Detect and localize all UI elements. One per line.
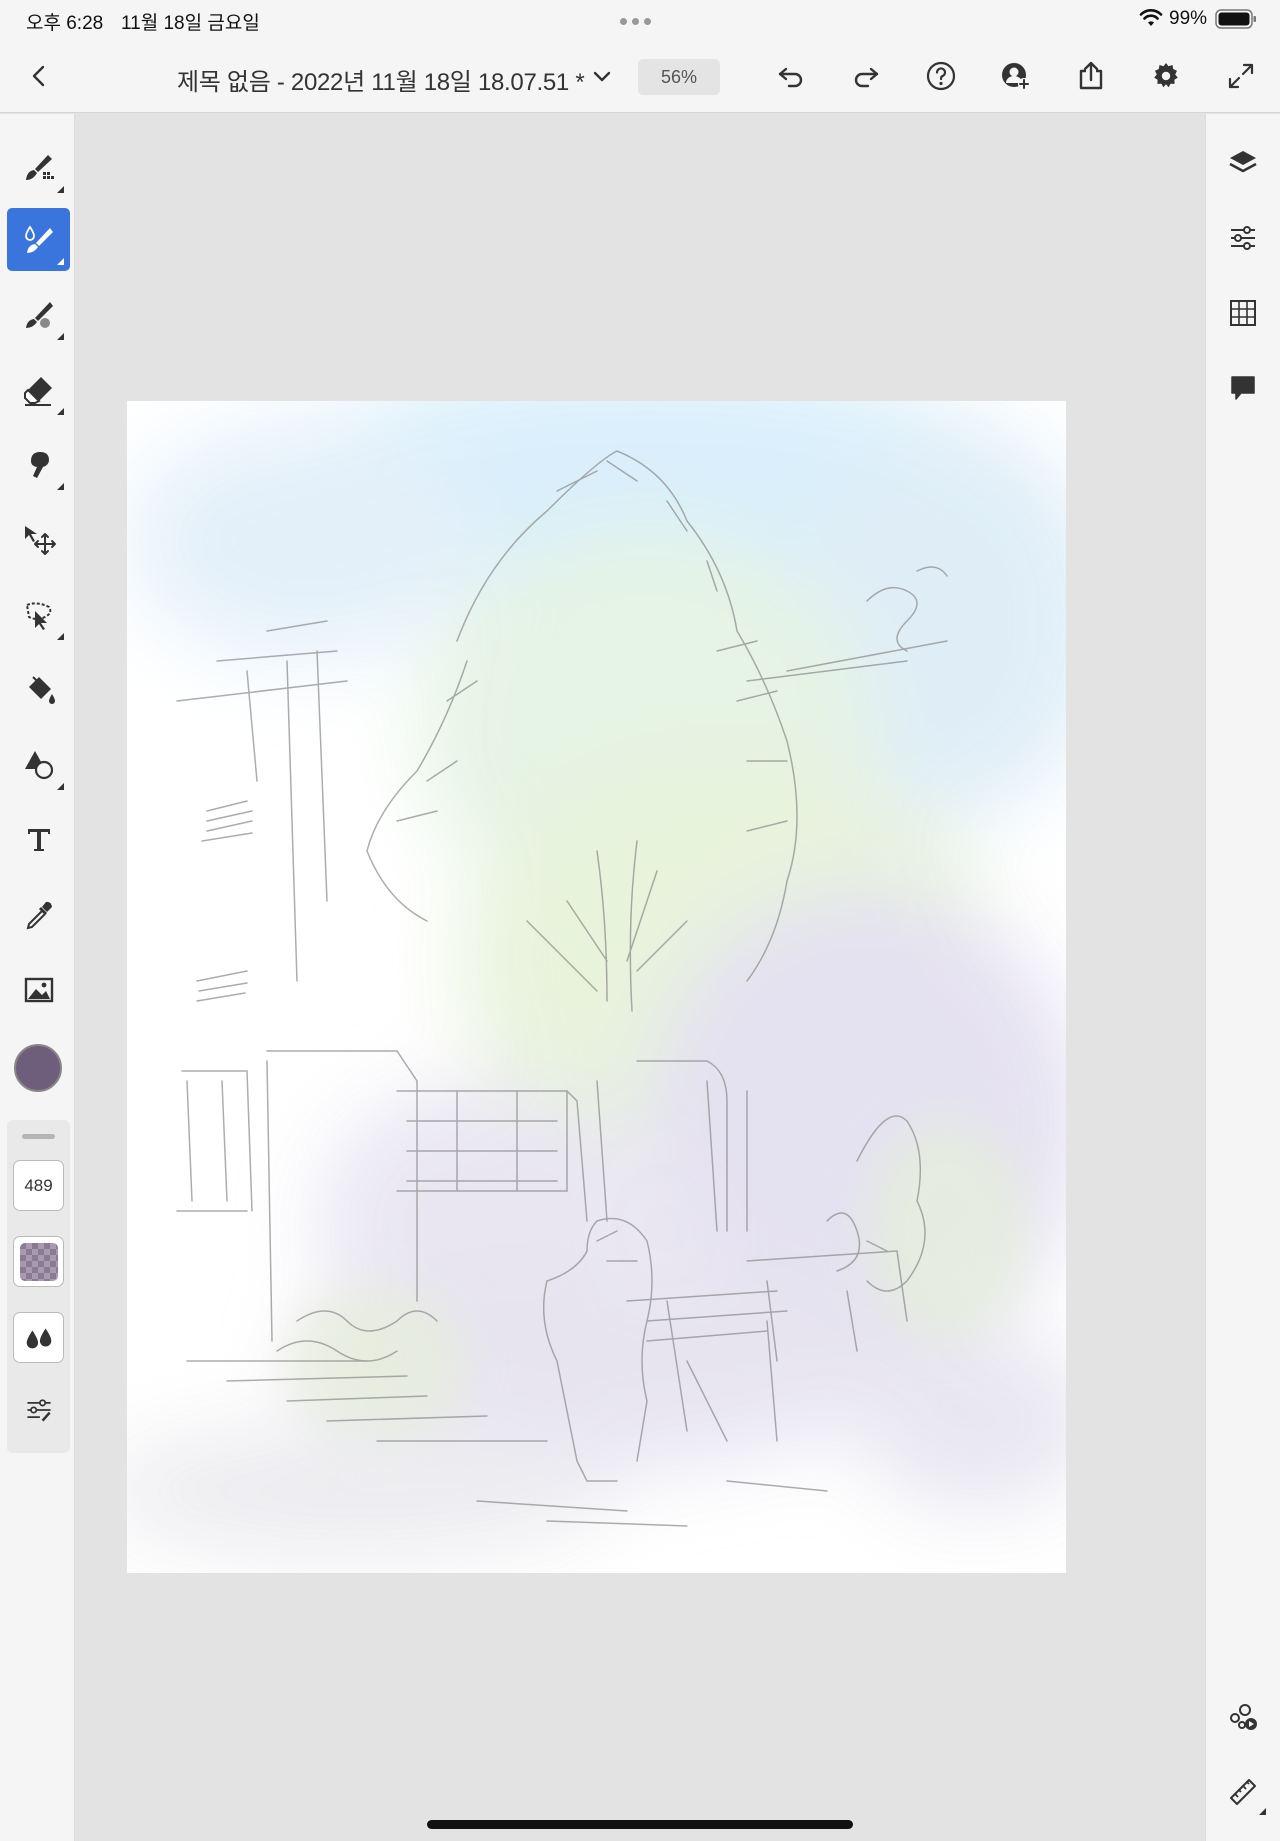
eyedropper-icon — [26, 901, 52, 929]
tool-options-indicator — [57, 186, 64, 193]
home-indicator[interactable] — [427, 1820, 853, 1829]
undo-icon — [778, 67, 803, 88]
share-button[interactable] — [1068, 53, 1114, 99]
ruler-icon — [1230, 1779, 1256, 1805]
gear-icon — [1154, 63, 1178, 88]
selection-tool[interactable] — [7, 583, 70, 646]
document-title[interactable]: 제목 없음 - 2022년 11월 18일 18.07.51 * — [177, 62, 585, 97]
brush-size-control[interactable]: 489 — [13, 1160, 64, 1211]
pixel-brush-icon — [25, 154, 54, 180]
top-toolbar: 제목 없음 - 2022년 11월 18일 18.07.51 * 56% — [0, 40, 1280, 113]
ruler-button[interactable] — [1220, 1769, 1266, 1815]
drawing-canvas[interactable] — [127, 401, 1066, 1573]
invite-icon — [1002, 63, 1030, 90]
smudge-tool[interactable] — [7, 433, 70, 496]
smudge-icon — [30, 451, 49, 478]
fill-tool[interactable] — [7, 658, 70, 721]
brush-settings-button[interactable] — [13, 1384, 64, 1435]
tool-options-indicator — [57, 783, 64, 790]
undo-button[interactable] — [768, 53, 814, 99]
redo-icon — [854, 67, 879, 88]
multitasking-dots-icon[interactable] — [620, 12, 660, 25]
eraser-icon — [23, 376, 52, 406]
left-toolbar: 489 — [0, 114, 75, 1841]
settings-button[interactable] — [1143, 53, 1189, 99]
zoom-level[interactable]: 56% — [638, 59, 720, 95]
chevron-down-icon[interactable] — [585, 60, 619, 94]
battery-icon — [1215, 9, 1256, 29]
tool-options-indicator — [57, 333, 64, 340]
status-bar: 오후 6:28 11월 18일 금요일 99% — [0, 0, 1280, 40]
layers-button[interactable] — [1220, 140, 1266, 186]
pixel-brush-tool[interactable] — [7, 136, 70, 199]
transform-tool[interactable] — [7, 508, 70, 571]
back-button[interactable] — [16, 53, 62, 99]
status-time: 오후 6:28 — [26, 13, 104, 34]
place-image-tool[interactable] — [7, 958, 70, 1021]
tool-options-indicator — [1259, 1808, 1266, 1815]
livestream-icon — [1230, 1704, 1257, 1730]
color-picker-swatch[interactable] — [14, 1044, 62, 1092]
fullscreen-button[interactable] — [1218, 53, 1264, 99]
brush-properties-panel: 489 — [7, 1120, 70, 1453]
help-button[interactable] — [918, 53, 964, 99]
transform-icon — [24, 525, 56, 555]
grid-button[interactable] — [1220, 290, 1266, 336]
tool-options-indicator — [57, 258, 64, 265]
selection-icon — [25, 601, 51, 630]
redo-button[interactable] — [843, 53, 889, 99]
opacity-swatch — [19, 1242, 58, 1281]
tool-options-indicator — [57, 483, 64, 490]
fullscreen-icon — [1228, 63, 1254, 89]
shapes-tool[interactable] — [7, 733, 70, 796]
fresco-app: 오후 6:28 11월 18일 금요일 99% 제목 없음 - 2022년 11… — [0, 0, 1280, 1841]
artwork — [127, 401, 1066, 1573]
brush-opacity-control[interactable] — [13, 1236, 64, 1287]
shapes-icon — [24, 750, 53, 779]
fill-icon — [28, 675, 55, 704]
live-brush-icon — [24, 224, 53, 253]
chevron-left-icon — [32, 65, 45, 87]
vector-brush-tool[interactable] — [7, 283, 70, 346]
tool-options-indicator — [57, 408, 64, 415]
grid-icon — [1230, 300, 1256, 326]
share-icon — [1079, 61, 1103, 90]
brush-settings-icon — [26, 1398, 51, 1422]
tool-options-indicator — [57, 633, 64, 640]
text-icon — [27, 828, 50, 851]
layer-properties-icon — [1231, 226, 1255, 250]
invite-button[interactable] — [993, 53, 1039, 99]
comments-icon — [1231, 376, 1255, 400]
brush-flow-control[interactable] — [13, 1312, 64, 1363]
layers-icon — [1229, 151, 1257, 173]
right-toolbar — [1205, 114, 1280, 1841]
livestream-button[interactable] — [1220, 1694, 1266, 1740]
comments-button[interactable] — [1220, 365, 1266, 411]
panel-drag-handle[interactable] — [22, 1134, 55, 1139]
image-icon — [24, 977, 53, 1002]
help-icon — [926, 61, 956, 91]
text-tool[interactable] — [7, 808, 70, 871]
vector-brush-icon — [25, 301, 53, 328]
water-drops-icon — [26, 1328, 51, 1348]
live-brush-tool[interactable] — [7, 208, 70, 271]
layer-properties-button[interactable] — [1220, 215, 1266, 261]
eyedropper-tool[interactable] — [7, 883, 70, 946]
status-date: 11월 18일 금요일 — [121, 13, 260, 34]
wifi-icon — [1139, 9, 1163, 26]
battery-percent: 99% — [1169, 8, 1208, 29]
eraser-tool[interactable] — [7, 358, 70, 421]
